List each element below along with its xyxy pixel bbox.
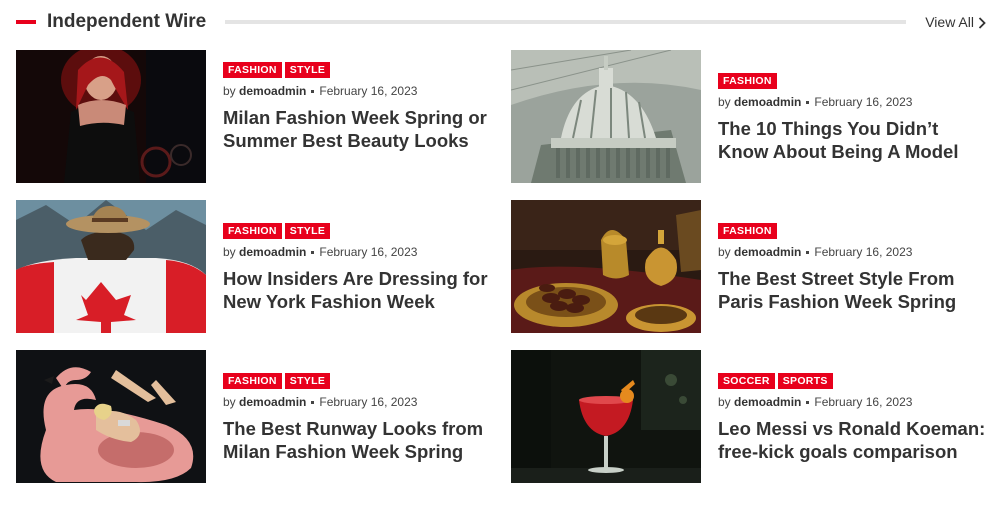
post-thumbnail[interactable] [16,50,206,183]
category-tag[interactable]: STYLE [284,62,331,78]
post-byline: by demoadmin February 16, 2023 [223,245,493,259]
post-meta: FASHION by demoadmin February 16, 2023 Th… [718,221,988,313]
category-tag[interactable]: FASHION [223,373,282,389]
post-thumbnail[interactable] [16,200,206,333]
post-title-link[interactable]: Leo Messi vs Ronald Koeman: free-kick go… [718,418,988,463]
thumbnail-image [511,50,701,183]
category-tag[interactable]: FASHION [718,223,777,239]
post-card: FASHION STYLE by demoadmin February 16, 20… [16,350,496,484]
post-title-link[interactable]: The Best Runway Looks from Milan Fashion… [223,418,493,463]
section-header: Independent Wire View All [16,10,986,34]
author-link[interactable]: demoadmin [239,84,306,98]
category-tag[interactable]: FASHION [223,62,282,78]
byline-prefix: by [223,245,236,259]
byline-prefix: by [718,395,731,409]
author-link[interactable]: demoadmin [239,395,306,409]
post-tags: FASHION [718,71,988,89]
post-thumbnail[interactable] [511,50,701,183]
view-all-label: View All [925,14,974,30]
separator-dot [806,251,810,255]
post-title-link[interactable]: Milan Fashion Week Spring or Summer Best… [223,107,493,152]
post-title-link[interactable]: The Best Street Style From Paris Fashion… [718,268,988,313]
post-byline: by demoadmin February 16, 2023 [223,84,493,98]
post-date: February 16, 2023 [814,395,913,409]
post-card: FASHION by demoadmin February 16, 2023 Th… [511,200,991,334]
author-link[interactable]: demoadmin [734,245,801,259]
post-title-link[interactable]: How Insiders Are Dressing for New York F… [223,268,493,313]
post-date: February 16, 2023 [319,245,418,259]
section-divider [225,20,906,24]
category-tag[interactable]: SPORTS [777,373,833,389]
category-tag[interactable]: STYLE [284,223,331,239]
post-thumbnail[interactable] [511,200,701,333]
post-tags: SOCCER SPORTS [718,371,988,389]
post-tags: FASHION STYLE [223,221,493,239]
author-link[interactable]: demoadmin [734,95,801,109]
category-tag[interactable]: FASHION [718,73,777,89]
byline-prefix: by [223,84,236,98]
separator-dot [806,401,810,405]
view-all-link[interactable]: View All [925,10,986,34]
post-meta: FASHION STYLE by demoadmin February 16, 20… [223,221,493,313]
post-card: FASHION by demoadmin February 16, 2023 Th… [511,50,991,184]
post-tags: FASHION [718,221,988,239]
chevron-right-icon [978,17,986,29]
thumbnail-image [16,350,206,483]
section-title: Independent Wire [47,11,207,32]
thumbnail-image [16,200,206,333]
post-date: February 16, 2023 [319,84,418,98]
post-card: SOCCER SPORTS by demoadmin February 16, 20… [511,350,991,484]
section-accent-bar [16,20,36,24]
category-tag[interactable]: STYLE [284,373,331,389]
thumbnail-image [511,200,701,333]
post-thumbnail[interactable] [511,350,701,483]
byline-prefix: by [718,245,731,259]
separator-dot [311,401,315,405]
separator-dot [311,90,315,94]
byline-prefix: by [718,95,731,109]
post-date: February 16, 2023 [814,95,913,109]
post-meta: FASHION by demoadmin February 16, 2023 Th… [718,71,988,163]
post-thumbnail[interactable] [16,350,206,483]
separator-dot [311,251,315,255]
post-meta: FASHION STYLE by demoadmin February 16, 20… [223,60,493,152]
separator-dot [806,101,810,105]
post-byline: by demoadmin February 16, 2023 [223,395,493,409]
post-date: February 16, 2023 [319,395,418,409]
post-meta: SOCCER SPORTS by demoadmin February 16, 20… [718,371,988,463]
thumbnail-image [16,50,206,183]
byline-prefix: by [223,395,236,409]
author-link[interactable]: demoadmin [239,245,306,259]
post-byline: by demoadmin February 16, 2023 [718,395,988,409]
thumbnail-image [511,350,701,483]
post-tags: FASHION STYLE [223,60,493,78]
author-link[interactable]: demoadmin [734,395,801,409]
post-tags: FASHION STYLE [223,371,493,389]
category-tag[interactable]: FASHION [223,223,282,239]
post-meta: FASHION STYLE by demoadmin February 16, 20… [223,371,493,463]
post-title-link[interactable]: The 10 Things You Didn’t Know About Bein… [718,118,988,163]
post-byline: by demoadmin February 16, 2023 [718,245,988,259]
post-card: FASHION STYLE by demoadmin February 16, 20… [16,200,496,334]
category-tag[interactable]: SOCCER [718,373,775,389]
post-card: FASHION STYLE by demoadmin February 16, 20… [16,50,496,184]
post-byline: by demoadmin February 16, 2023 [718,95,988,109]
post-date: February 16, 2023 [814,245,913,259]
